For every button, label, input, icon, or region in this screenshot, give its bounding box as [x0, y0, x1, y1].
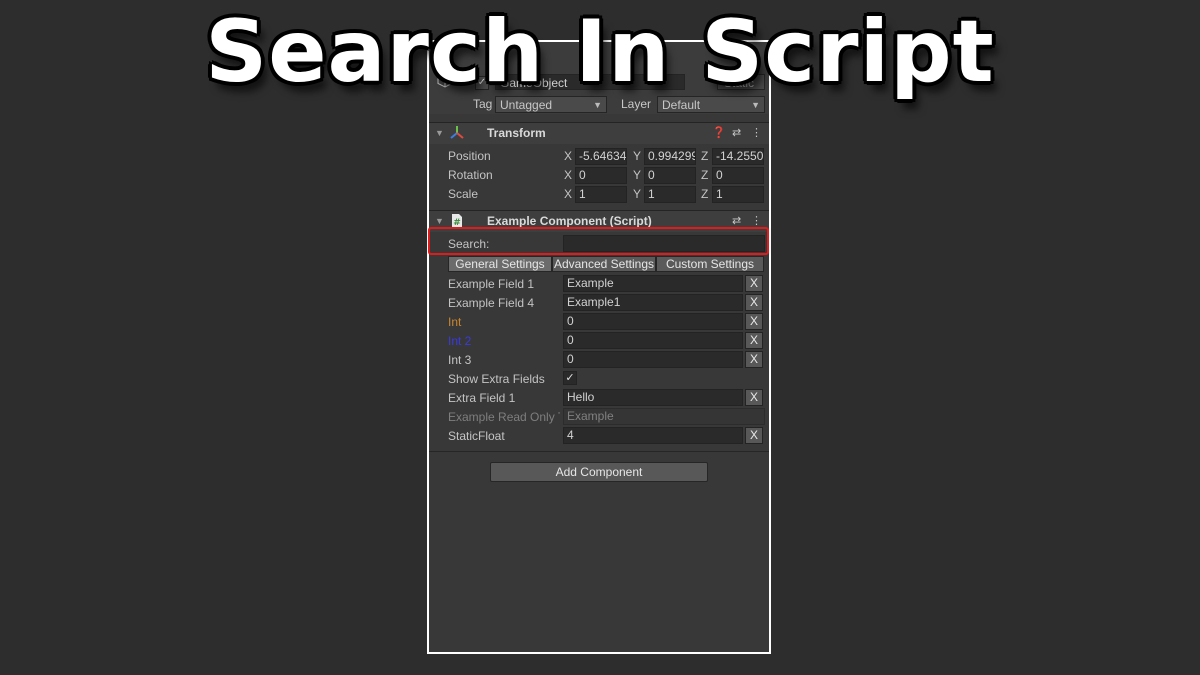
- axis-z-label: Z: [701, 187, 709, 201]
- example-field-1-input[interactable]: Example: [563, 275, 743, 292]
- divider: [429, 451, 769, 452]
- clear-button[interactable]: X: [745, 275, 763, 292]
- static-float-input[interactable]: 4: [563, 427, 743, 444]
- axis-y-label: Y: [633, 168, 642, 182]
- axis-y-label: Y: [633, 149, 642, 163]
- inspector-panel: ✓ GameObject Static Tag Untagged ▼ Layer…: [427, 40, 771, 654]
- clear-button[interactable]: X: [745, 427, 763, 444]
- field-label: Example Field 1: [448, 277, 535, 291]
- position-x-field[interactable]: -5.64634: [575, 148, 627, 165]
- scale-x-field[interactable]: 1: [575, 186, 627, 203]
- thumbnail-title: Search In Script: [205, 2, 995, 102]
- field-label: Example Field 4: [448, 296, 535, 310]
- example-component-header[interactable]: ▼ # Example Component (Script) ⇄ ⋮: [429, 210, 769, 232]
- show-extra-fields-checkbox[interactable]: ✓: [563, 371, 577, 385]
- rotation-label: Rotation: [448, 168, 493, 182]
- more-options-icon[interactable]: ⋮: [751, 126, 762, 140]
- scale-label: Scale: [448, 187, 479, 201]
- preset-icon[interactable]: ⇄: [732, 126, 741, 140]
- axis-x-label: X: [564, 149, 573, 163]
- scale-z-field[interactable]: 1: [712, 186, 764, 203]
- svg-text:#: #: [453, 218, 461, 228]
- int-3-input[interactable]: 0: [563, 351, 743, 368]
- more-options-icon[interactable]: ⋮: [751, 214, 762, 228]
- position-y-field[interactable]: 0.994299: [644, 148, 696, 165]
- rotation-y-field[interactable]: 0: [644, 167, 696, 184]
- static-float-label: StaticFloat: [448, 429, 505, 443]
- position-z-field[interactable]: -14.2550: [712, 148, 764, 165]
- clear-button[interactable]: X: [745, 351, 763, 368]
- extra-field-1-label: Extra Field 1: [448, 391, 516, 405]
- search-input[interactable]: [563, 235, 765, 252]
- foldout-arrow-icon[interactable]: ▼: [435, 216, 444, 226]
- read-only-field: Example: [563, 408, 765, 425]
- int-2-input[interactable]: 0: [563, 332, 743, 349]
- axis-x-label: X: [564, 168, 573, 182]
- extra-field-1-input[interactable]: Hello: [563, 389, 743, 406]
- foldout-arrow-icon[interactable]: ▼: [435, 128, 444, 138]
- axis-z-label: Z: [701, 168, 709, 182]
- transform-header[interactable]: ▼ Transform ❓ ⇄ ⋮: [429, 122, 769, 144]
- int-input[interactable]: 0: [563, 313, 743, 330]
- transform-icon: [450, 126, 464, 139]
- clear-button[interactable]: X: [745, 332, 763, 349]
- tab-advanced-settings[interactable]: Advanced Settings: [552, 256, 656, 272]
- tab-custom-settings[interactable]: Custom Settings: [656, 256, 764, 272]
- help-icon[interactable]: ❓: [712, 126, 726, 140]
- clear-button[interactable]: X: [745, 294, 763, 311]
- axis-y-label: Y: [633, 187, 642, 201]
- script-icon: #: [452, 214, 462, 228]
- transform-title: Transform: [487, 126, 546, 140]
- rotation-x-field[interactable]: 0: [575, 167, 627, 184]
- read-only-label: Example Read Only T: [448, 410, 560, 424]
- int-3-label: Int 3: [448, 353, 472, 367]
- scale-y-field[interactable]: 1: [644, 186, 696, 203]
- axis-z-label: Z: [701, 149, 709, 163]
- add-component-button[interactable]: Add Component: [490, 462, 708, 482]
- int-label: Int: [448, 315, 462, 329]
- clear-button[interactable]: X: [745, 389, 763, 406]
- axis-x-label: X: [564, 187, 573, 201]
- example-component-title: Example Component (Script): [487, 214, 652, 228]
- search-label: Search:: [448, 237, 490, 251]
- preset-icon[interactable]: ⇄: [732, 214, 741, 228]
- show-extra-fields-label: Show Extra Fields: [448, 372, 545, 386]
- example-field-4-input[interactable]: Example1: [563, 294, 743, 311]
- rotation-z-field[interactable]: 0: [712, 167, 764, 184]
- tab-general-settings[interactable]: General Settings: [448, 256, 552, 272]
- position-label: Position: [448, 149, 491, 163]
- clear-button[interactable]: X: [745, 313, 763, 330]
- int-2-label: Int 2: [448, 334, 472, 348]
